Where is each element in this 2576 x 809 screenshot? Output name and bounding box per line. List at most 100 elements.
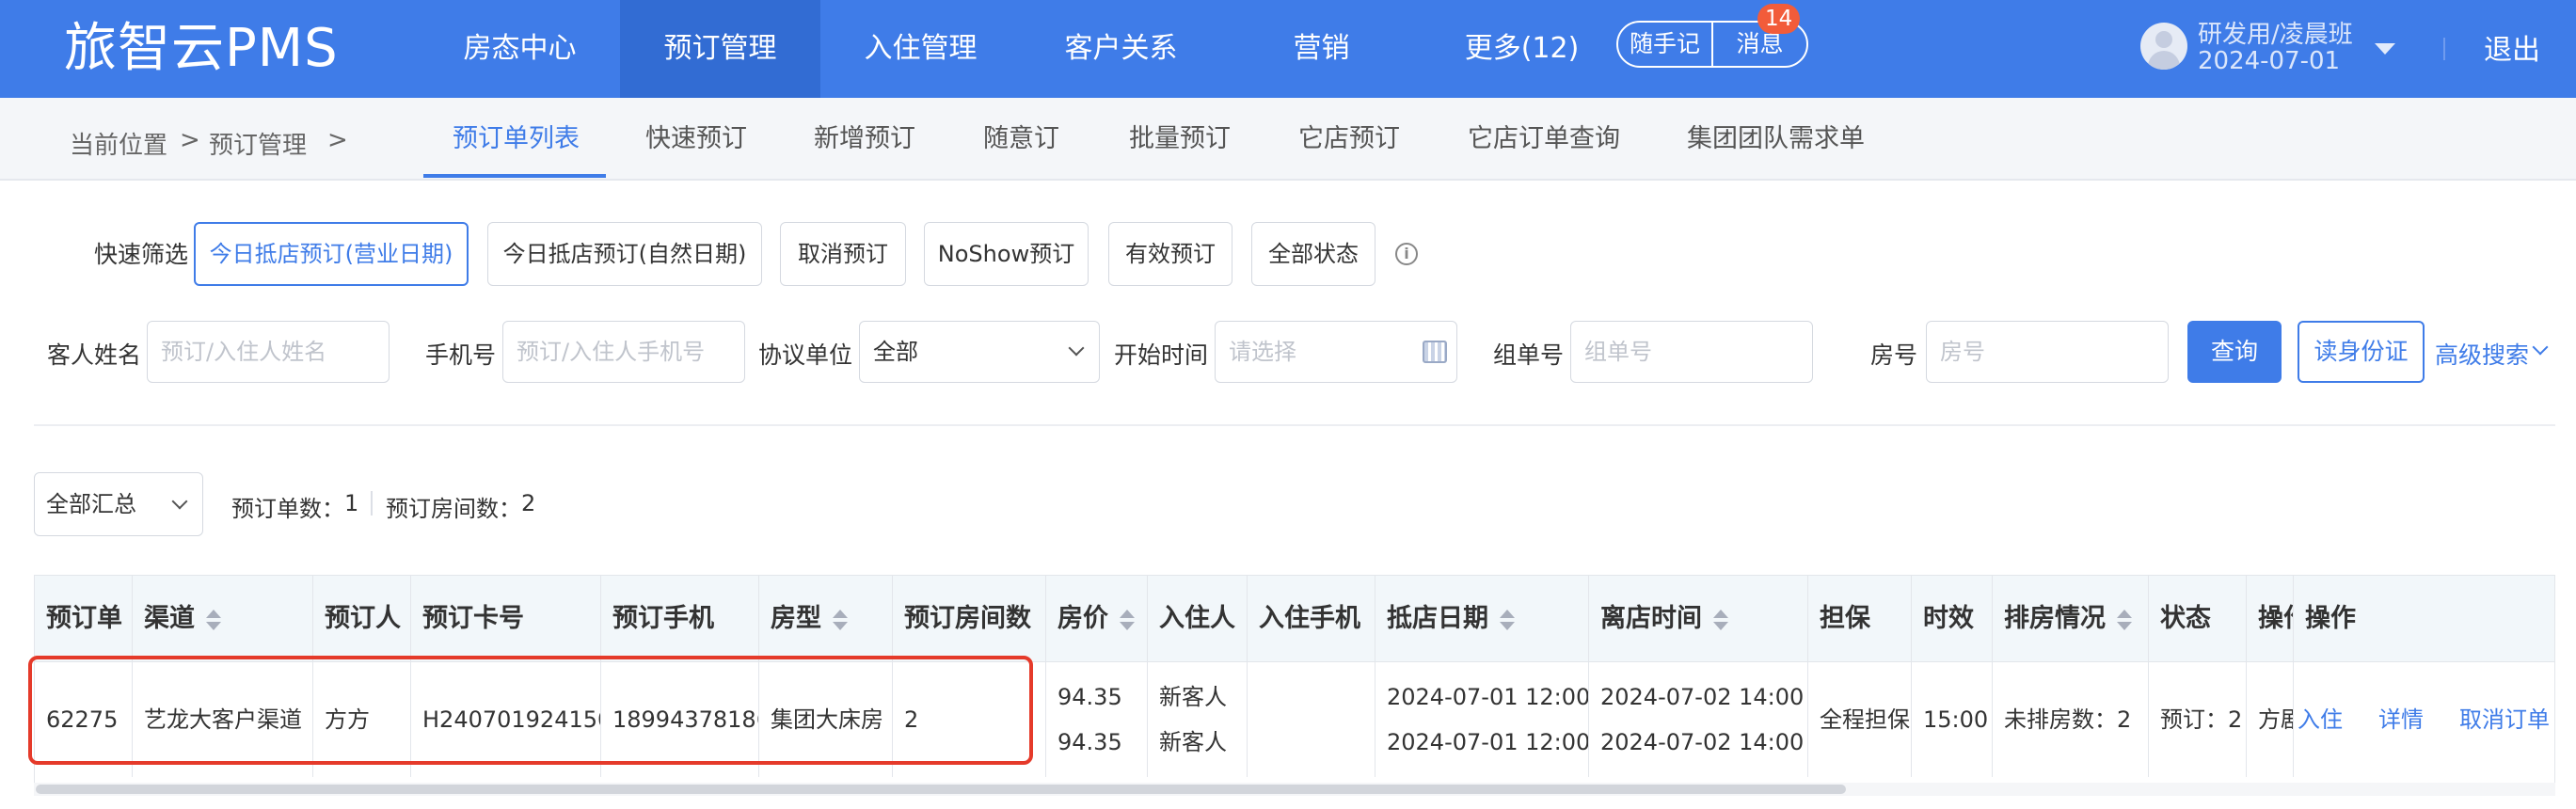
col-phone: 预订手机: [601, 576, 759, 662]
col-channel[interactable]: 渠道: [133, 576, 313, 662]
agreement-unit-label: 协议单位: [758, 341, 853, 369]
app-logo: 旅智云PMS: [64, 18, 339, 79]
quick-filter-today-arrival-natural[interactable]: 今日抵店预订(自然日期): [487, 222, 762, 286]
summary-select-value: 全部汇总: [46, 491, 136, 517]
nav-item-crm[interactable]: 客户关系: [1021, 0, 1221, 98]
horizontal-scrollbar[interactable]: [34, 783, 2555, 796]
read-id-card-button[interactable]: 读身份证: [2298, 321, 2425, 383]
quick-filter-all-status[interactable]: 全部状态: [1251, 222, 1375, 286]
scrollbar-thumb[interactable]: [36, 785, 1846, 794]
col-hold-time: 时效: [1912, 576, 1993, 662]
chevron-down-icon[interactable]: [2532, 339, 2549, 356]
tab-quick-booking[interactable]: 快速预订: [645, 98, 747, 179]
col-guest-phone: 入住手机: [1248, 576, 1375, 662]
memo-button[interactable]: 随手记: [1618, 23, 1711, 66]
sort-icon[interactable]: [1713, 608, 1728, 632]
col-card-no: 预订卡号: [411, 576, 601, 662]
tab-other-hotel-order-query[interactable]: 它店订单查询: [1468, 98, 1620, 179]
nav-item-reservations[interactable]: 预订管理: [620, 0, 820, 98]
sort-icon[interactable]: [2117, 608, 2132, 632]
col-departure-time[interactable]: 离店时间: [1589, 576, 1808, 662]
phone-input[interactable]: 预订/入住人手机号: [502, 321, 745, 383]
quick-filter-today-arrival-business[interactable]: 今日抵店预订(营业日期): [194, 222, 469, 286]
tab-reservation-list[interactable]: 预订单列表: [453, 98, 580, 179]
tab-new-booking[interactable]: 新增预订: [814, 98, 915, 179]
quick-filter-label: 快速筛选: [94, 241, 189, 268]
nav-item-room-status[interactable]: 房态中心: [420, 0, 620, 98]
business-date: 2024-07-01: [2198, 47, 2341, 75]
phone-label: 手机号: [425, 341, 497, 369]
quick-filter-cancelled[interactable]: 取消预订: [780, 222, 906, 286]
col-room-count: 预订房间数: [893, 576, 1046, 662]
checkin-link[interactable]: 入住: [2298, 706, 2343, 733]
agreement-unit-value: 全部: [873, 339, 918, 365]
agreement-unit-select[interactable]: 全部: [859, 321, 1100, 383]
cell-status: 预订：2: [2149, 662, 2247, 777]
room-no-input[interactable]: 房号: [1926, 321, 2169, 383]
message-count-badge: 14: [1757, 4, 1801, 34]
col-room-type[interactable]: 房型: [759, 576, 893, 662]
sort-icon[interactable]: [206, 608, 221, 632]
col-price[interactable]: 房价: [1046, 576, 1148, 662]
summary-select[interactable]: 全部汇总: [34, 472, 203, 536]
top-nav-bar: 旅智云PMS 房态中心 预订管理 入住管理 客户关系 营销 更多(12) 随手记…: [0, 0, 2576, 98]
cell-guest-phone: [1248, 662, 1375, 777]
breadcrumb-section[interactable]: 预订管理: [209, 126, 307, 161]
cancel-order-link[interactable]: 取消订单: [2459, 706, 2550, 733]
info-icon[interactable]: i: [1395, 243, 1418, 265]
active-tab-underline: [423, 174, 606, 178]
user-name[interactable]: 研发用/凌晨班: [2198, 15, 2353, 50]
main-nav: 房态中心 预订管理 入住管理 客户关系 营销 更多(12): [420, 0, 1622, 98]
tab-batch-booking[interactable]: 批量预订: [1129, 98, 1231, 179]
col-operation: 操作: [2305, 604, 2356, 633]
col-operation-hidden: 操作: [2247, 576, 2294, 662]
start-time-input[interactable]: 请选择: [1215, 321, 1457, 383]
col-booker: 预订人: [313, 576, 411, 662]
cell-departure-time: 2024-07-02 14:00 2024-07-02 14:00: [1589, 662, 1808, 777]
details-link[interactable]: 详情: [2378, 706, 2424, 733]
price-line: 94.35: [1057, 684, 1122, 710]
sort-icon[interactable]: [833, 608, 848, 632]
start-time-placeholder: 请选择: [1229, 339, 1296, 365]
logout-link[interactable]: 退出: [2484, 26, 2540, 68]
sub-nav-bar: 当前位置 > 预订管理 > 预订单列表 快速预订 新增预订 随意订 批量预订 它…: [0, 98, 2576, 181]
group-no-input[interactable]: 组单号: [1570, 321, 1813, 383]
query-button[interactable]: 查询: [2187, 321, 2282, 383]
departure-line: 2024-07-02 14:00: [1600, 729, 1805, 755]
start-time-label: 开始时间: [1114, 341, 1209, 369]
group-no-label: 组单号: [1493, 341, 1565, 369]
guest-name-input[interactable]: 预订/入住人姓名: [147, 321, 390, 383]
user-avatar-icon[interactable]: [2140, 23, 2187, 70]
room-no-label: 房号: [1870, 341, 1918, 369]
col-guarantee: 担保: [1808, 576, 1912, 662]
col-arrival-date[interactable]: 抵店日期: [1375, 576, 1589, 662]
chevron-down-icon: [1068, 340, 1085, 357]
nav-item-marketing[interactable]: 营销: [1221, 0, 1422, 98]
room-count-label: 预订房间数：: [386, 496, 521, 522]
quick-filter-valid[interactable]: 有效预订: [1108, 222, 1232, 286]
cell-operation-hidden: 方剧: [2247, 662, 2294, 777]
order-count-label: 预订单数：: [231, 496, 344, 522]
advanced-search-link[interactable]: 高级搜索: [2435, 337, 2529, 371]
divider: [34, 424, 2555, 426]
col-status: 状态: [2149, 576, 2247, 662]
cell-arrival-date: 2024-07-01 12:00 2024-07-01 12:00: [1375, 662, 1589, 777]
header-divider: [2443, 38, 2445, 60]
nav-item-checkin[interactable]: 入住管理: [820, 0, 1021, 98]
breadcrumb-separator-2: >: [327, 126, 348, 154]
table-header: 预订单 渠道 预订人 预订卡号 预订手机 房型 预订房间数 房价 入住人 入住手…: [35, 576, 2554, 662]
col-guest: 入住人: [1148, 576, 1248, 662]
user-menu-caret-icon[interactable]: [2375, 43, 2395, 55]
tab-group-team-demand[interactable]: 集团团队需求单: [1687, 98, 1865, 179]
tab-other-hotel-booking[interactable]: 它店预订: [1298, 98, 1400, 179]
guest-name-label: 客人姓名: [47, 341, 142, 369]
calendar-icon[interactable]: [1423, 341, 1447, 363]
col-room-assignment[interactable]: 排房情况: [1993, 576, 2149, 662]
sort-icon[interactable]: [1120, 608, 1135, 632]
chevron-down-icon: [171, 493, 188, 510]
quick-filter-noshow[interactable]: NoShow预订: [924, 222, 1089, 286]
summary-separator: [371, 491, 373, 516]
tab-casual-booking[interactable]: 随意订: [983, 98, 1059, 179]
sort-icon[interactable]: [1500, 608, 1515, 632]
nav-item-more[interactable]: 更多(12): [1422, 0, 1622, 98]
